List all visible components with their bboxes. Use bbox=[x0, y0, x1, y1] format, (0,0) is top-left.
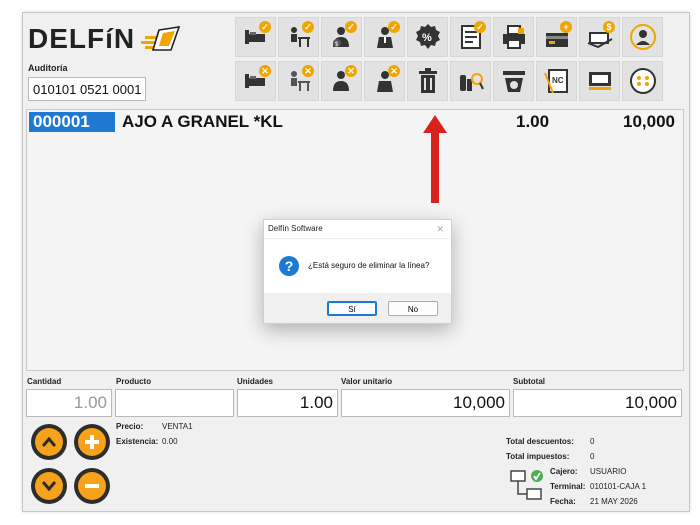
question-icon: ? bbox=[279, 256, 299, 276]
total-descuentos-label: Total descuentos: bbox=[506, 437, 574, 446]
product-search-button[interactable] bbox=[450, 61, 491, 101]
more-options-icon bbox=[629, 68, 656, 94]
precio-value: VENTA1 bbox=[162, 422, 193, 431]
check-badge-icon: ✓ bbox=[388, 21, 400, 33]
discount-icon: % bbox=[415, 24, 440, 49]
check-badge-icon: ✓ bbox=[474, 21, 486, 33]
dialog-footer: Sí No bbox=[264, 293, 451, 323]
check-badge-icon: ✓ bbox=[302, 21, 314, 33]
svg-text:NC: NC bbox=[552, 76, 564, 85]
auditoria-field[interactable]: 010101 0521 0001 bbox=[28, 77, 146, 101]
bed-close-button[interactable]: ✕ bbox=[235, 61, 276, 101]
svg-text:%: % bbox=[422, 32, 432, 44]
scroll-down-button[interactable] bbox=[31, 468, 67, 504]
total-descuentos-value: 0 bbox=[590, 437, 595, 446]
yes-button[interactable]: Sí bbox=[327, 301, 377, 316]
toolbar-row-2: ✕ ✕ ✕ ✕ NC bbox=[235, 61, 663, 101]
product-search-icon bbox=[459, 73, 484, 91]
cash-register-button[interactable] bbox=[579, 61, 620, 101]
table-row[interactable]: 000001 AJO A GRANEL *KL 1.00 10,000 bbox=[29, 112, 681, 132]
valor-unitario-label: Valor unitario bbox=[341, 377, 393, 386]
more-options-button[interactable] bbox=[622, 61, 663, 101]
waiter-close-button[interactable]: ✕ bbox=[364, 61, 405, 101]
item-product: AJO A GRANEL *KL bbox=[122, 112, 283, 131]
scale-icon bbox=[502, 71, 525, 92]
card-add-button[interactable]: + bbox=[536, 17, 577, 57]
auditoria-label: Auditoría bbox=[28, 63, 68, 73]
item-amount: 10,000 bbox=[623, 112, 675, 131]
unidades-field[interactable]: 1.00 bbox=[237, 389, 338, 417]
network-icon bbox=[510, 470, 543, 500]
check-badge-icon: ✓ bbox=[259, 21, 271, 33]
bed-check-button[interactable]: ✓ bbox=[235, 17, 276, 57]
app-logo: DELFíN bbox=[28, 23, 189, 55]
user-refresh-icon bbox=[629, 24, 656, 50]
dollar-badge-icon: $ bbox=[603, 21, 615, 33]
red-arrow-annotation bbox=[423, 115, 447, 203]
precio-label: Precio: bbox=[116, 422, 144, 431]
plus-icon bbox=[85, 435, 99, 449]
plus-badge-icon: + bbox=[560, 21, 572, 33]
cash-pay-button[interactable]: $ bbox=[579, 17, 620, 57]
dialog-title: Delfín Software bbox=[268, 224, 323, 233]
cash-register-icon bbox=[588, 72, 611, 90]
existencia-value: 0.00 bbox=[162, 437, 178, 446]
minus-icon bbox=[85, 484, 99, 488]
app-name: DELFíN bbox=[28, 23, 136, 54]
credit-note-icon: NC bbox=[543, 69, 568, 94]
check-badge-icon: ✓ bbox=[345, 21, 357, 33]
item-quantity: 1.00 bbox=[516, 112, 550, 131]
scroll-up-button[interactable] bbox=[31, 424, 67, 460]
total-impuestos-value: 0 bbox=[590, 452, 595, 461]
terminal-value: 010101-CAJA 1 bbox=[590, 482, 647, 491]
close-badge-icon: ✕ bbox=[345, 65, 357, 77]
logo-flag-icon bbox=[141, 26, 181, 51]
toolbar-row-1: ✓ ✓ $ ✓ ✓ % ✓ + $ bbox=[235, 17, 663, 57]
close-badge-icon: ✕ bbox=[302, 65, 314, 77]
existencia-label: Existencia: bbox=[116, 437, 159, 446]
producto-field[interactable] bbox=[115, 389, 234, 417]
item-code: 000001 bbox=[29, 112, 115, 132]
valor-unitario-field[interactable]: 10,000 bbox=[341, 389, 510, 417]
desk-check-button[interactable]: ✓ bbox=[278, 17, 319, 57]
cajero-label: Cajero: bbox=[550, 467, 578, 476]
increase-button[interactable] bbox=[74, 424, 110, 460]
dialog-message: ¿Está seguro de eliminar la línea? bbox=[308, 261, 430, 270]
waiter-check-button[interactable]: ✓ bbox=[364, 17, 405, 57]
printer-icon bbox=[502, 25, 525, 49]
chevron-up-icon bbox=[42, 437, 56, 447]
close-badge-icon: ✕ bbox=[259, 65, 271, 77]
document-check-button[interactable]: ✓ bbox=[450, 17, 491, 57]
fecha-value: 21 MAY 2026 bbox=[590, 497, 638, 506]
total-impuestos-label: Total impuestos: bbox=[506, 452, 570, 461]
printer-button[interactable] bbox=[493, 17, 534, 57]
confirm-dialog: Delfín Software ✕ ? ¿Está seguro de elim… bbox=[263, 219, 452, 324]
cajero-value: USUARIO bbox=[590, 467, 627, 476]
terminal-label: Terminal: bbox=[550, 482, 586, 491]
cashier-check-button[interactable]: $ ✓ bbox=[321, 17, 362, 57]
cantidad-field[interactable]: 1.00 bbox=[26, 389, 112, 417]
close-badge-icon: ✕ bbox=[388, 65, 400, 77]
dialog-body: ? ¿Está seguro de eliminar la línea? bbox=[264, 239, 451, 293]
no-button[interactable]: No bbox=[388, 301, 438, 316]
producto-label: Producto bbox=[116, 377, 152, 386]
credit-note-button[interactable]: NC bbox=[536, 61, 577, 101]
scale-button[interactable] bbox=[493, 61, 534, 101]
discount-button[interactable]: % bbox=[407, 17, 448, 57]
cantidad-label: Cantidad bbox=[27, 377, 62, 386]
delete-line-button[interactable] bbox=[407, 61, 448, 101]
decrease-button[interactable] bbox=[74, 468, 110, 504]
unidades-label: Unidades bbox=[237, 377, 274, 386]
close-icon[interactable]: ✕ bbox=[436, 220, 444, 238]
desk-close-button[interactable]: ✕ bbox=[278, 61, 319, 101]
cashier-close-button[interactable]: ✕ bbox=[321, 61, 362, 101]
subtotal-field[interactable]: 10,000 bbox=[513, 389, 682, 417]
fecha-label: Fecha: bbox=[550, 497, 576, 506]
user-refresh-button[interactable] bbox=[622, 17, 663, 57]
subtotal-label: Subtotal bbox=[513, 377, 545, 386]
trash-icon bbox=[418, 68, 437, 93]
chevron-down-icon bbox=[42, 481, 56, 491]
main-window: DELFíN Auditoría 010101 0521 0001 ✓ ✓ $ … bbox=[22, 12, 690, 512]
dialog-titlebar: Delfín Software ✕ bbox=[264, 220, 451, 239]
